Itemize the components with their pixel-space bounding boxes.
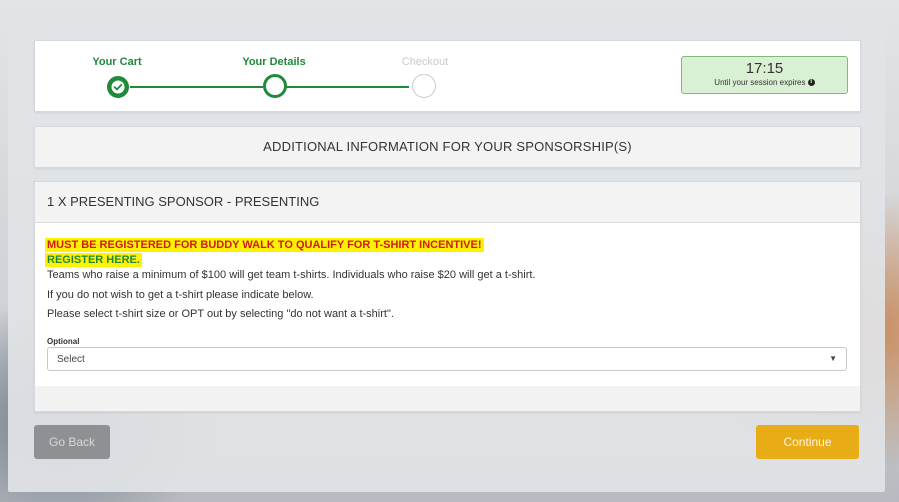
register-link[interactable]: REGISTER HERE. bbox=[45, 253, 142, 267]
tshirt-size-select[interactable]: Select ▼ bbox=[47, 347, 847, 371]
timer-caption-text: Until your session expires bbox=[714, 78, 806, 87]
section-heading-title: ADDITIONAL INFORMATION FOR YOUR SPONSORS… bbox=[263, 139, 632, 154]
select-value: Select bbox=[57, 354, 85, 365]
sponsorship-header: 1 X PRESENTING SPONSOR - PRESENTING bbox=[35, 182, 860, 223]
section-heading: ADDITIONAL INFORMATION FOR YOUR SPONSORS… bbox=[34, 126, 861, 168]
check-icon bbox=[111, 80, 125, 94]
info-line-3: Please select t-shirt size or OPT out by… bbox=[47, 308, 394, 320]
progress-line-complete bbox=[130, 86, 263, 88]
session-timer: 17:15 Until your session expires i bbox=[681, 56, 848, 94]
checkout-progress: Your Cart Your Details Checkout 17:15 Un… bbox=[34, 40, 861, 112]
step-label-checkout: Checkout bbox=[401, 56, 449, 68]
step-cart-circle bbox=[107, 76, 129, 98]
step-label-details: Your Details bbox=[242, 56, 306, 68]
field-label-optional: Optional bbox=[47, 337, 80, 346]
sponsorship-body: MUST BE REGISTERED FOR BUDDY WALK TO QUA… bbox=[35, 223, 860, 386]
caret-down-icon: ▼ bbox=[829, 354, 837, 363]
go-back-button[interactable]: Go Back bbox=[34, 425, 110, 459]
sponsorship-panel: 1 X PRESENTING SPONSOR - PRESENTING MUST… bbox=[34, 181, 861, 412]
info-line-2: If you do not wish to get a t-shirt plea… bbox=[47, 289, 314, 301]
sponsorship-title: 1 X PRESENTING SPONSOR - PRESENTING bbox=[47, 194, 320, 209]
step-checkout-circle bbox=[412, 74, 436, 98]
timer-value: 17:15 bbox=[745, 60, 784, 77]
info-icon[interactable]: i bbox=[807, 79, 815, 87]
timer-caption: Until your session expires i bbox=[682, 78, 847, 87]
step-label-cart: Your Cart bbox=[92, 56, 142, 68]
progress-line-current bbox=[285, 86, 409, 88]
continue-button[interactable]: Continue bbox=[756, 425, 859, 459]
info-line-1: Teams who raise a minimum of $100 will g… bbox=[47, 269, 536, 281]
register-line: REGISTER HERE. bbox=[45, 250, 142, 268]
step-details-circle bbox=[263, 74, 287, 98]
